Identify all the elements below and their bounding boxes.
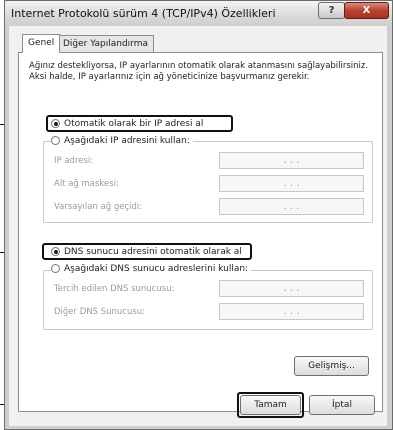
dialog-client-area: Genel Diğer Yapılandırma Ağınız destekli…	[9, 26, 387, 426]
ok-button[interactable]: Tamam	[240, 395, 301, 415]
ip-auto-label: Otomatik olarak bir IP adresi al	[64, 119, 204, 129]
advanced-button[interactable]: Gelişmiş...	[294, 356, 369, 376]
help-button[interactable]: ?	[318, 2, 345, 19]
ip-address-label: IP adresi:	[54, 156, 94, 166]
close-button[interactable]: X	[344, 2, 389, 19]
ip-auto-radio[interactable]	[51, 119, 60, 128]
dns-manual-radio[interactable]	[51, 264, 60, 273]
ip-address-input[interactable]: . . .	[219, 152, 364, 169]
cancel-button[interactable]: İptal	[309, 395, 375, 415]
general-panel: Ağınız destekliyorsa, IP ayarlarının oto…	[18, 52, 383, 412]
default-gateway-input[interactable]: . . .	[219, 198, 364, 215]
ip-auto-option[interactable]: Otomatik olarak bir IP adresi al	[51, 119, 203, 129]
subnet-mask-label: Alt ağ maskesi:	[54, 179, 119, 189]
description-text: Ağınız destekliyorsa, IP ayarlarının oto…	[29, 61, 369, 82]
ip-manual-label: Aşağıdaki IP adresini kullan:	[64, 136, 190, 146]
dns-manual-label: Aşağıdaki DNS sunucu adreslerini kullan:	[64, 264, 249, 274]
tab-general[interactable]: Genel	[22, 34, 61, 53]
tab-alternate-configuration[interactable]: Diğer Yapılandırma	[57, 35, 154, 52]
alternate-dns-input[interactable]: . . .	[219, 303, 364, 320]
ip-manual-radio[interactable]	[51, 136, 60, 145]
dns-manual-group	[43, 270, 373, 330]
dns-auto-label: DNS sunucu adresini otomatik olarak al	[64, 247, 242, 257]
dns-auto-radio[interactable]	[51, 247, 60, 256]
alternate-dns-label: Diğer DNS Sunucusu:	[54, 307, 146, 317]
properties-window: Internet Protokolü sürüm 4 (TCP/IPv4) Öz…	[4, 0, 393, 430]
window-title: Internet Protokolü sürüm 4 (TCP/IPv4) Öz…	[11, 7, 276, 20]
dns-manual-option[interactable]: Aşağıdaki DNS sunucu adreslerini kullan:	[51, 264, 252, 274]
preferred-dns-input[interactable]: . . .	[219, 280, 364, 297]
preferred-dns-label: Tercih edilen DNS sunucusu:	[54, 284, 175, 294]
title-bar: Internet Protokolü sürüm 4 (TCP/IPv4) Öz…	[5, 1, 392, 26]
dns-auto-option[interactable]: DNS sunucu adresini otomatik olarak al	[51, 247, 242, 257]
subnet-mask-input[interactable]: . . .	[219, 175, 364, 192]
default-gateway-label: Varsayılan ağ geçidi:	[54, 202, 143, 212]
ip-manual-option[interactable]: Aşağıdaki IP adresini kullan:	[51, 136, 193, 146]
